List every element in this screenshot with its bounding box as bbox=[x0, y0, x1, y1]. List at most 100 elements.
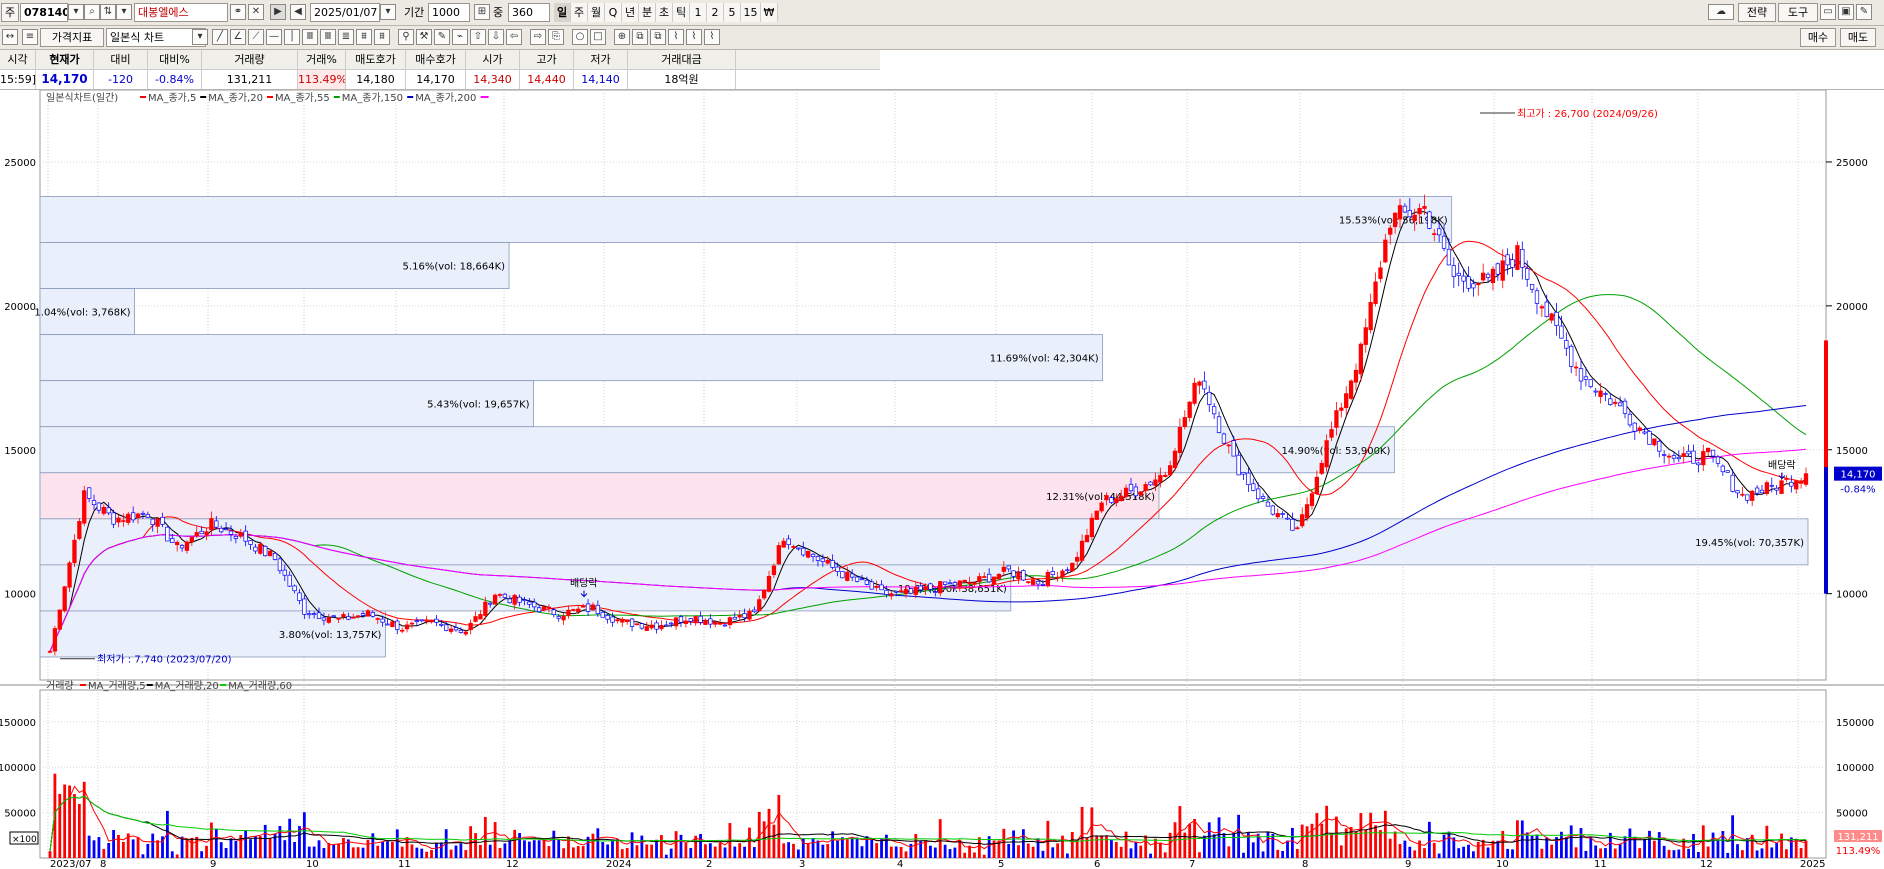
arrow-left-icon[interactable]: ⇦ bbox=[506, 29, 522, 45]
candle-body bbox=[121, 520, 126, 522]
pattern3-icon[interactable]: ⌇ bbox=[704, 29, 720, 45]
volume-tick-left: 50000 bbox=[4, 809, 36, 820]
period-button-1[interactable]: 주 bbox=[571, 3, 588, 22]
horizontal-line-icon[interactable]: — bbox=[266, 29, 282, 45]
period-button-10[interactable]: 5 bbox=[724, 3, 741, 22]
rectangle-icon[interactable]: □ bbox=[590, 29, 606, 45]
candle-body bbox=[1202, 380, 1207, 390]
play-right-icon[interactable]: ▶ bbox=[270, 4, 286, 20]
period-button-6[interactable]: 초 bbox=[656, 3, 673, 22]
volume-bar bbox=[562, 848, 565, 858]
candle-body bbox=[106, 507, 111, 514]
zoom-icon[interactable]: ⊕ bbox=[614, 29, 630, 45]
volume-bar bbox=[219, 842, 223, 858]
date-input[interactable]: 2025/01/07 bbox=[310, 3, 380, 22]
indicator-list-icon[interactable]: ≡ bbox=[22, 29, 38, 45]
search-icon[interactable]: ⌕ bbox=[84, 4, 100, 20]
x-axis-label: 11 bbox=[1594, 859, 1607, 869]
candle-body bbox=[72, 539, 77, 564]
volume-bar bbox=[557, 839, 561, 858]
parallel2-icon[interactable]: ⩩ bbox=[374, 29, 390, 45]
parallel-icon[interactable]: ⩩ bbox=[356, 29, 372, 45]
candle-body bbox=[419, 619, 424, 622]
volume-bar bbox=[302, 812, 306, 858]
candle-body bbox=[830, 560, 835, 568]
candle-body bbox=[1348, 380, 1354, 399]
arrow-right-icon[interactable]: ⇨ bbox=[530, 29, 546, 45]
dropdown-arrow-icon[interactable]: ▾ bbox=[192, 29, 208, 45]
sort-icon[interactable]: ⇅ bbox=[100, 4, 116, 20]
trendline-icon[interactable]: ╱ bbox=[212, 29, 228, 45]
quote-value-11: 18억원 bbox=[628, 70, 736, 89]
stock-code-input[interactable]: 078140 bbox=[20, 3, 68, 22]
period-button-0[interactable]: 일 bbox=[554, 3, 571, 22]
volume-bar bbox=[640, 835, 644, 858]
wave-icon[interactable]: ⌁ bbox=[452, 29, 468, 45]
period-button-7[interactable]: 틱 bbox=[673, 3, 690, 22]
period-button-5[interactable]: 분 bbox=[639, 3, 656, 22]
copy-icon[interactable]: ⎘ bbox=[548, 29, 564, 45]
pattern2-icon[interactable]: ⌇ bbox=[686, 29, 702, 45]
pencil-icon[interactable]: ✎ bbox=[434, 29, 450, 45]
volume-bar bbox=[48, 851, 52, 858]
volume-bar bbox=[1408, 846, 1412, 858]
folder-icon[interactable]: ▭ bbox=[1820, 4, 1836, 20]
link-icon[interactable]: ⚭ bbox=[230, 4, 246, 20]
pattern-icon[interactable]: ⌇ bbox=[668, 29, 684, 45]
grid-icon[interactable]: ⊞ bbox=[474, 4, 490, 20]
price-indicator-button[interactable]: 가격지표 bbox=[40, 28, 104, 47]
candle-body bbox=[1040, 584, 1046, 586]
count-input[interactable]: 360 bbox=[508, 3, 550, 22]
candle-body bbox=[1774, 487, 1779, 491]
dropdown-arrow-icon[interactable]: ▾ bbox=[116, 4, 132, 20]
strategy-button[interactable]: 전략 bbox=[1738, 3, 1776, 22]
vertical-line-icon[interactable]: │ bbox=[284, 29, 300, 45]
x-axis-label: 7 bbox=[1189, 859, 1195, 869]
cloud-icon[interactable]: ☁ bbox=[1708, 4, 1734, 20]
stock-name-field[interactable]: 대봉엘에스 bbox=[134, 3, 228, 22]
candle-body bbox=[1402, 205, 1408, 213]
period-button-3[interactable]: Q bbox=[605, 3, 622, 22]
edit-icon[interactable]: ✎ bbox=[1856, 4, 1872, 20]
pin-icon[interactable]: ⚲ bbox=[398, 29, 414, 45]
period-button-11[interactable]: 15 bbox=[741, 3, 761, 22]
tool-icon[interactable]: ⚒ bbox=[416, 29, 432, 45]
period-input[interactable]: 1000 bbox=[428, 3, 470, 22]
circle-icon[interactable]: ○ bbox=[572, 29, 588, 45]
buy-button[interactable]: 매수 bbox=[1800, 28, 1836, 47]
angle-icon[interactable]: ∠ bbox=[230, 29, 246, 45]
candle-body bbox=[1417, 207, 1422, 215]
market-select[interactable]: 주 bbox=[1, 3, 19, 22]
candle-body bbox=[967, 582, 972, 584]
tools-button[interactable]: 도구 bbox=[1778, 3, 1818, 22]
window-icon[interactable]: ▣ bbox=[1838, 4, 1854, 20]
fib-icon[interactable]: Ⅲ bbox=[302, 29, 318, 45]
period-button-8[interactable]: 1 bbox=[690, 3, 707, 22]
calendar-dropdown-icon[interactable]: ▾ bbox=[380, 4, 396, 20]
volume-bar bbox=[185, 839, 189, 858]
sell-button[interactable]: 매도 bbox=[1840, 28, 1876, 47]
delete-icon[interactable]: ✕ bbox=[248, 4, 264, 20]
fib-time-icon[interactable]: Ⅲ bbox=[320, 29, 336, 45]
arrow-up-icon[interactable]: ⇧ bbox=[470, 29, 486, 45]
ray-icon[interactable]: ⟋ bbox=[248, 29, 264, 45]
channel-icon[interactable]: ≣ bbox=[338, 29, 354, 45]
layout-icon[interactable]: ⧉ bbox=[632, 29, 648, 45]
volume-bar bbox=[527, 841, 531, 858]
chart-type-select[interactable]: 일본식 차트 bbox=[106, 28, 206, 47]
candle-body bbox=[1725, 470, 1730, 473]
volume-bar bbox=[1134, 841, 1138, 858]
period-button-12[interactable]: ₩ bbox=[761, 3, 778, 22]
candle-body bbox=[708, 618, 713, 625]
expand-icon[interactable]: ↔ bbox=[2, 29, 18, 45]
candle-body bbox=[913, 587, 918, 595]
period-button-9[interactable]: 2 bbox=[707, 3, 724, 22]
stock-chart[interactable]: 15.53%(vol: 56,198K)5.16%(vol: 18,664K)1… bbox=[0, 90, 1884, 869]
layout2-icon[interactable]: ⧉ bbox=[650, 29, 666, 45]
dropdown-arrow-icon[interactable]: ▾ bbox=[68, 4, 84, 20]
price-tick-right: 20000 bbox=[1836, 302, 1868, 313]
play-left-icon[interactable]: ◀ bbox=[290, 4, 306, 20]
period-button-4[interactable]: 년 bbox=[622, 3, 639, 22]
arrow-down-icon[interactable]: ⇩ bbox=[488, 29, 504, 45]
period-button-2[interactable]: 월 bbox=[588, 3, 605, 22]
